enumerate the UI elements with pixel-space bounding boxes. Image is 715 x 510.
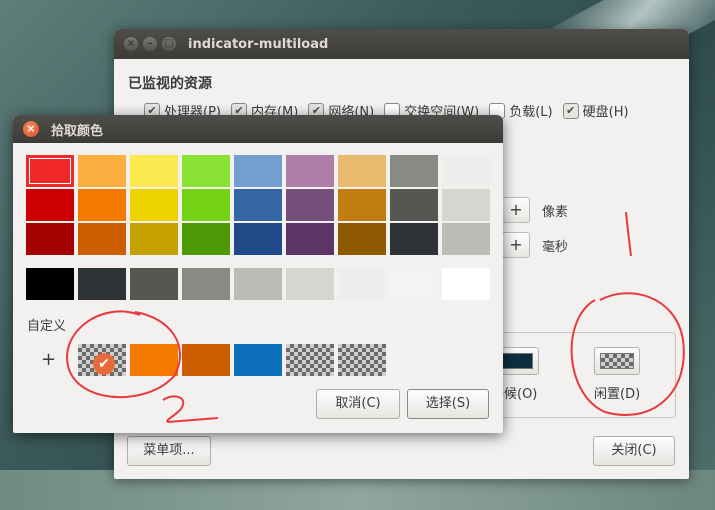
minimize-icon[interactable]: – — [143, 37, 157, 51]
custom-color-swatch[interactable] — [130, 344, 178, 376]
color-picker-dialog: × 拾取颜色 自定义 + ✔ 取消(C) 选择(S) — [13, 115, 503, 433]
palette-swatch[interactable] — [390, 223, 438, 255]
interval-unit-label: 毫秒 — [542, 239, 569, 255]
colors-frame: 等候(O) 闲置(D) — [490, 332, 676, 418]
gray-swatch[interactable] — [390, 268, 438, 300]
palette-swatch[interactable] — [442, 223, 490, 255]
palette-swatch[interactable] — [78, 223, 126, 255]
custom-color-swatch[interactable] — [338, 344, 386, 376]
palette-swatch[interactable] — [130, 155, 178, 187]
interval-increase-button[interactable]: + — [502, 232, 530, 258]
dialog-title: 拾取颜色 — [51, 123, 104, 139]
palette-swatch[interactable] — [182, 223, 230, 255]
palette-swatch[interactable] — [286, 223, 334, 255]
dialog-titlebar: × 拾取颜色 — [13, 115, 503, 143]
palette-swatch[interactable] — [130, 223, 178, 255]
dialog-close-icon[interactable]: × — [23, 121, 39, 137]
custom-color-swatch[interactable] — [286, 344, 334, 376]
palette-swatch[interactable] — [234, 223, 282, 255]
add-custom-color-button[interactable]: + — [41, 349, 56, 370]
palette-swatch[interactable] — [338, 189, 386, 221]
palette-swatch[interactable] — [78, 155, 126, 187]
interval-spin-row: + 毫秒 — [502, 232, 568, 258]
gray-swatch[interactable] — [338, 268, 386, 300]
checkbox-disk[interactable]: ✔ 硬盘(H) — [562, 101, 629, 120]
palette-swatch[interactable] — [130, 189, 178, 221]
palette-swatch[interactable] — [338, 223, 386, 255]
gray-swatch[interactable] — [442, 268, 490, 300]
palette-swatch[interactable] — [286, 189, 334, 221]
palette-swatch[interactable] — [26, 155, 74, 187]
palette-swatch[interactable] — [234, 155, 282, 187]
palette-swatch[interactable] — [442, 189, 490, 221]
menu-items-button[interactable]: 菜单项... — [127, 436, 211, 466]
window-title: indicator-multiload — [188, 36, 329, 52]
palette-swatch[interactable] — [338, 155, 386, 187]
width-increase-button[interactable]: + — [502, 197, 530, 223]
gray-swatch[interactable] — [182, 268, 230, 300]
cancel-button[interactable]: 取消(C) — [316, 389, 400, 419]
palette-swatch[interactable] — [286, 155, 334, 187]
check-icon: ✔ — [562, 102, 579, 119]
gray-swatch[interactable] — [286, 268, 334, 300]
width-spin-row: + 像素 — [502, 197, 568, 223]
palette-swatch[interactable] — [182, 189, 230, 221]
gray-swatch[interactable] — [130, 268, 178, 300]
gray-swatch[interactable] — [78, 268, 126, 300]
selected-check-icon: ✔ — [93, 353, 115, 375]
palette-swatch[interactable] — [78, 189, 126, 221]
select-button[interactable]: 选择(S) — [407, 389, 489, 419]
gray-swatch[interactable] — [26, 268, 74, 300]
section-title-monitored: 已监视的资源 — [128, 76, 212, 92]
idle-color-button[interactable] — [594, 347, 640, 375]
custom-color-swatch[interactable] — [182, 344, 230, 376]
idle-label: 闲置(D) — [594, 387, 641, 402]
custom-label: 自定义 — [27, 319, 67, 334]
palette-swatch[interactable] — [26, 223, 74, 255]
close-icon[interactable]: × — [124, 37, 138, 51]
width-unit-label: 像素 — [542, 204, 569, 220]
palette-swatch[interactable] — [26, 189, 74, 221]
palette-swatch[interactable] — [390, 189, 438, 221]
palette-swatch[interactable] — [390, 155, 438, 187]
palette-swatch[interactable] — [182, 155, 230, 187]
palette-swatch[interactable] — [234, 189, 282, 221]
main-titlebar: × – □ indicator-multiload — [114, 29, 689, 59]
maximize-icon[interactable]: □ — [162, 37, 176, 51]
close-button[interactable]: 关闭(C) — [593, 436, 675, 466]
palette-swatch[interactable] — [442, 155, 490, 187]
gray-swatch[interactable] — [234, 268, 282, 300]
custom-color-swatch[interactable] — [234, 344, 282, 376]
